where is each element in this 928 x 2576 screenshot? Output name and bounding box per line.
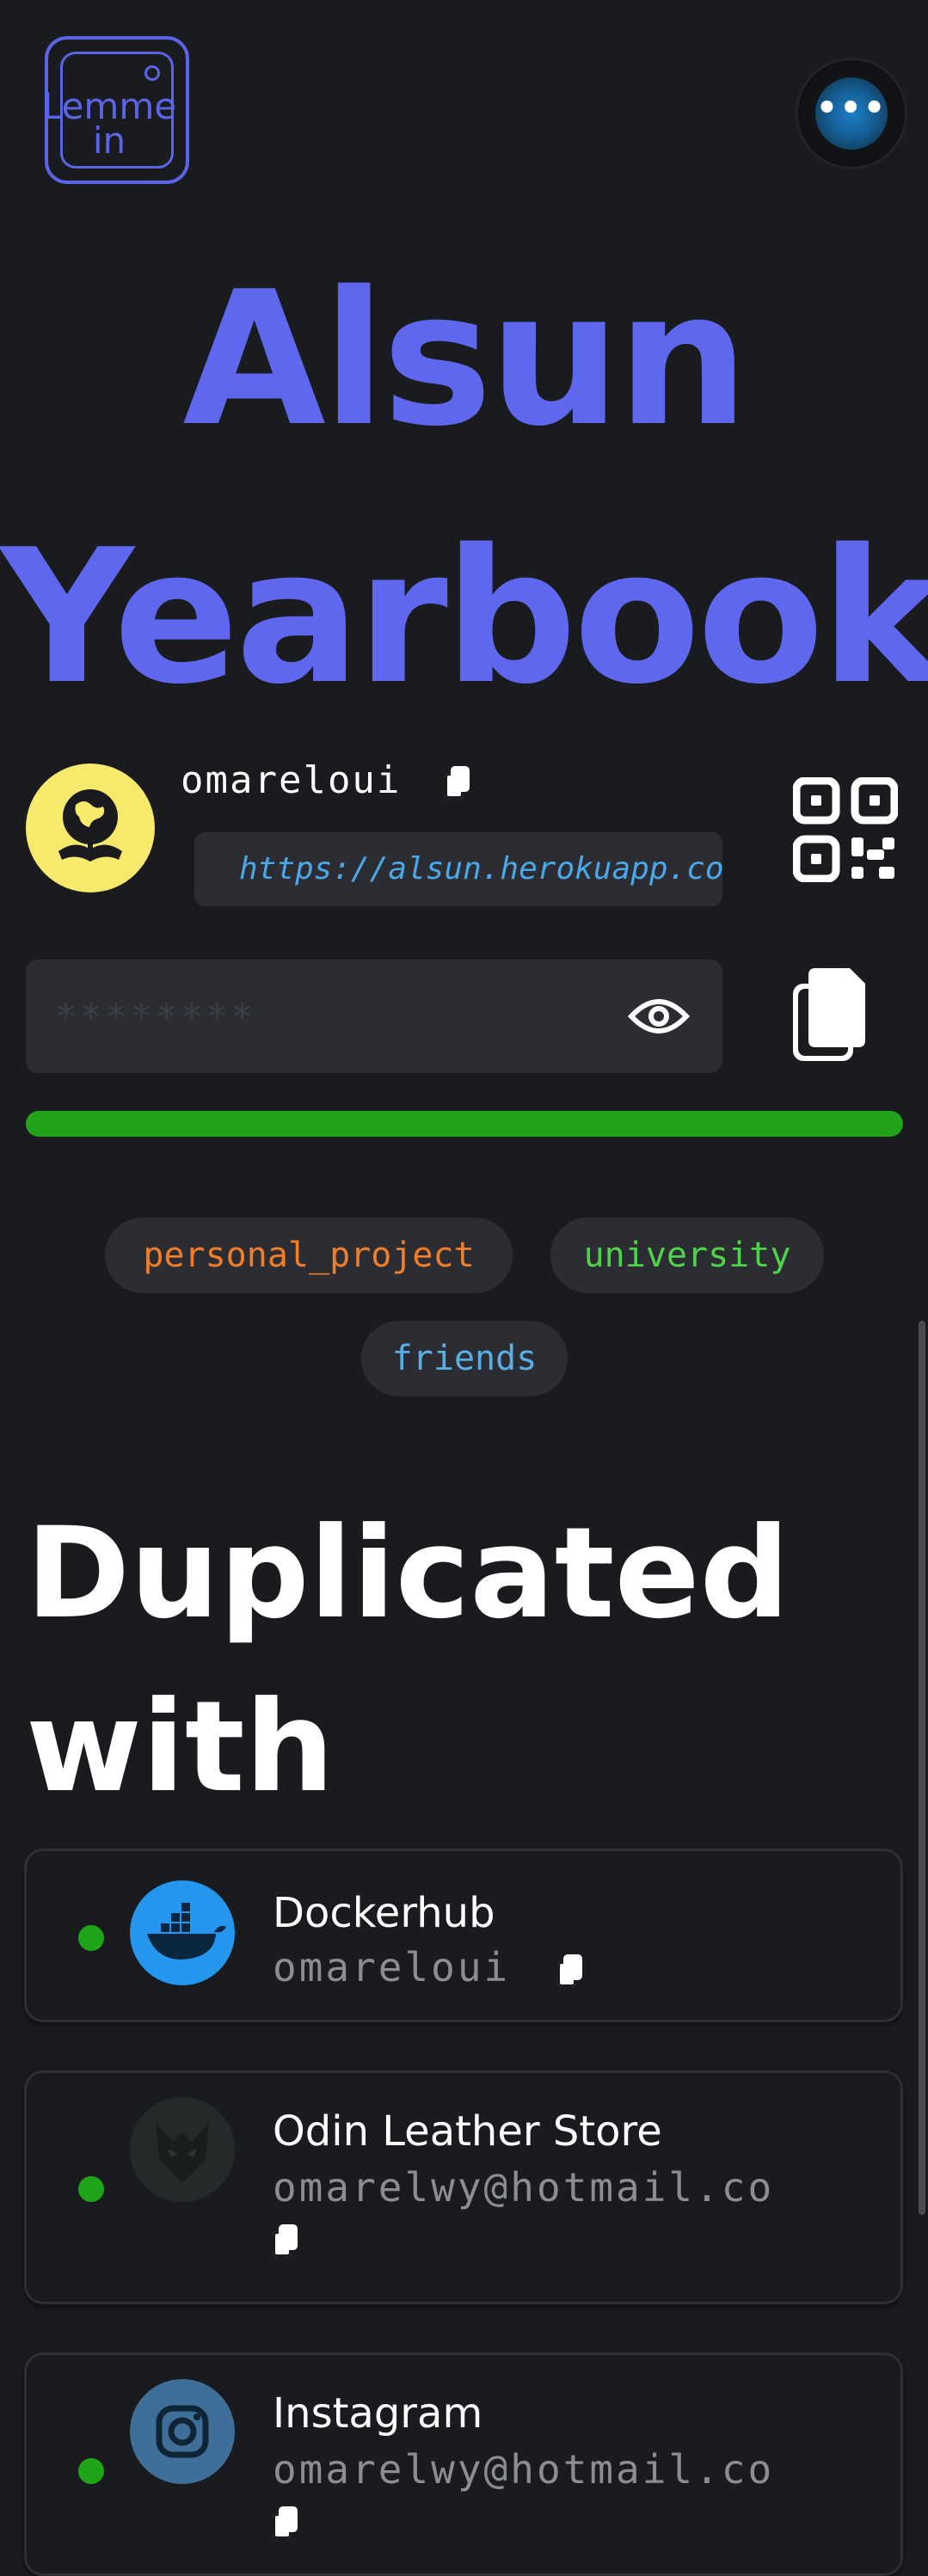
copy-identity-icon[interactable] bbox=[556, 1953, 583, 1987]
section-heading-line-1: Duplicated bbox=[26, 1500, 790, 1647]
item-name: Dockerhub bbox=[273, 1889, 495, 1937]
password-field[interactable]: ******** bbox=[26, 960, 722, 1073]
tag-personal-project[interactable]: personal_project bbox=[105, 1217, 513, 1293]
globe-icon bbox=[58, 789, 122, 862]
duplicate-item[interactable]: Dockerhub omareloui bbox=[24, 1849, 903, 2022]
status-dot bbox=[78, 2176, 104, 2202]
page-title-line-1: Alsun bbox=[182, 251, 748, 467]
item-name: Instagram bbox=[273, 2389, 483, 2438]
docker-icon bbox=[130, 1880, 235, 1985]
copy-password-icon[interactable] bbox=[790, 968, 869, 1064]
item-identity: omareloui bbox=[273, 1944, 583, 1990]
tag-university[interactable]: university bbox=[550, 1217, 824, 1293]
logo-lens-dot bbox=[144, 65, 160, 81]
tag-friends[interactable]: friends bbox=[361, 1321, 568, 1396]
item-identity-text: omarelwy@hotmail.co bbox=[273, 2446, 775, 2493]
section-heading-line-2: with bbox=[26, 1674, 335, 1820]
instagram-icon bbox=[130, 2379, 235, 2484]
copy-identity-icon[interactable] bbox=[273, 2506, 298, 2539]
page-title-line-2: Yearbook bbox=[0, 509, 928, 725]
item-identity-text: omareloui bbox=[273, 1944, 511, 1990]
odin-mask-icon bbox=[130, 2097, 235, 2202]
item-identity-text: omarelwy@hotmail.co bbox=[273, 2164, 775, 2211]
menu-button[interactable]: ••• bbox=[798, 60, 905, 167]
scrollbar[interactable] bbox=[919, 1321, 925, 2215]
copy-identity-icon[interactable] bbox=[273, 2224, 298, 2257]
url-text: https://alsun.herokuapp.co bbox=[239, 851, 722, 886]
password-strength-bar bbox=[26, 1111, 903, 1137]
eye-icon[interactable] bbox=[628, 992, 690, 1040]
copy-username-icon[interactable] bbox=[444, 766, 470, 799]
ellipsis-icon: ••• bbox=[815, 89, 888, 128]
item-name: Odin Leather Store bbox=[273, 2107, 662, 2156]
duplicate-item[interactable]: Instagram omarelwy@hotmail.co bbox=[24, 2352, 903, 2576]
status-dot bbox=[78, 2458, 104, 2484]
url-field[interactable]: https://alsun.herokuapp.co bbox=[194, 832, 722, 906]
logo-text: Lemme in bbox=[41, 85, 177, 162]
app-logo[interactable]: Lemme in bbox=[42, 36, 189, 184]
duplicate-item[interactable]: Odin Leather Store omarelwy@hotmail.co bbox=[24, 2070, 903, 2304]
status-dot bbox=[78, 1925, 104, 1951]
account-avatar bbox=[26, 764, 155, 892]
username-text: omareloui bbox=[181, 758, 402, 802]
qr-code-icon[interactable] bbox=[793, 777, 898, 882]
username: omareloui bbox=[181, 758, 470, 802]
password-masked: ******** bbox=[55, 996, 257, 1038]
